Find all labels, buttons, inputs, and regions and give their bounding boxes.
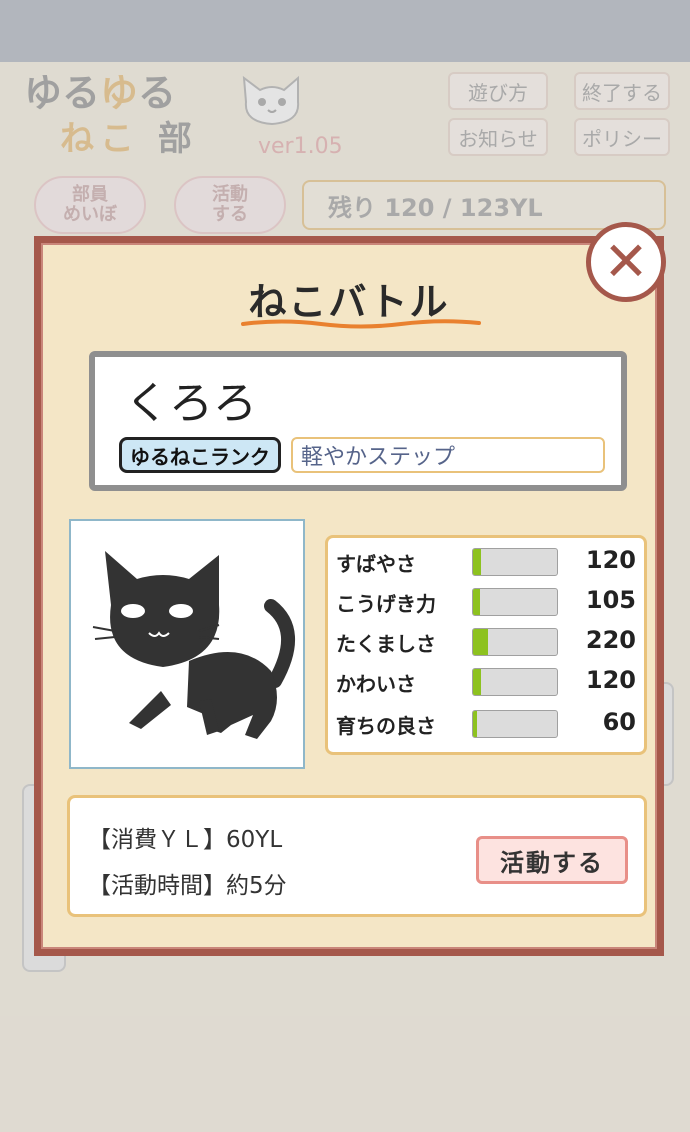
cat-battle-modal: ねこバトル くろろ ゆるねこランク 軽やかステップ すばやさ 120 こうげき力	[34, 236, 664, 956]
stat-bar	[472, 628, 558, 656]
stat-label: かわいさ	[336, 672, 416, 696]
stat-fill	[473, 629, 489, 655]
stats-panel: すばやさ 120 こうげき力 105 たくましさ 220 かわいさ 120 育ち…	[325, 535, 647, 755]
stat-bar	[472, 668, 558, 696]
cat-name-panel: くろろ ゆるねこランク 軽やかステップ	[89, 351, 627, 491]
stat-label: 育ちの良さ	[336, 714, 436, 738]
stat-bar	[472, 710, 558, 738]
stat-fill	[473, 589, 480, 615]
start-activity-button[interactable]: 活動する	[476, 836, 628, 884]
close-icon[interactable]: ✕	[586, 222, 666, 302]
stat-value: 220	[585, 626, 636, 654]
stat-bar	[472, 588, 558, 616]
stat-bar	[472, 548, 558, 576]
activity-info-panel: 【消費ＹＬ】60YL 【活動時間】約5分 活動する	[67, 795, 647, 917]
stat-row-cuteness: かわいさ 120	[336, 664, 636, 698]
stat-fill	[473, 711, 478, 737]
cost-line: 【消費ＹＬ】60YL	[88, 827, 283, 853]
cat-portrait	[69, 519, 305, 769]
cat-name: くろろ	[125, 378, 257, 429]
stat-fill	[473, 549, 481, 575]
stat-label: たくましさ	[336, 632, 436, 656]
title-underline	[241, 319, 481, 329]
stat-fill	[473, 669, 481, 695]
stat-value: 60	[602, 708, 636, 736]
stat-label: すばやさ	[336, 552, 416, 576]
stat-value: 120	[585, 666, 636, 694]
stat-value: 120	[585, 546, 636, 574]
stat-row-toughness: たくましさ 220	[336, 624, 636, 658]
stat-row-upbringing: 育ちの良さ 60	[336, 706, 636, 740]
stat-row-attack: こうげき力 105	[336, 584, 636, 618]
stat-label: こうげき力	[336, 592, 436, 616]
rank-value: 軽やかステップ	[291, 437, 605, 473]
time-line: 【活動時間】約5分	[88, 873, 287, 899]
rank-badge: ゆるねこランク	[119, 437, 281, 473]
stat-value: 105	[585, 586, 636, 614]
black-cat-image	[92, 551, 295, 739]
stat-row-speed: すばやさ 120	[336, 544, 636, 578]
